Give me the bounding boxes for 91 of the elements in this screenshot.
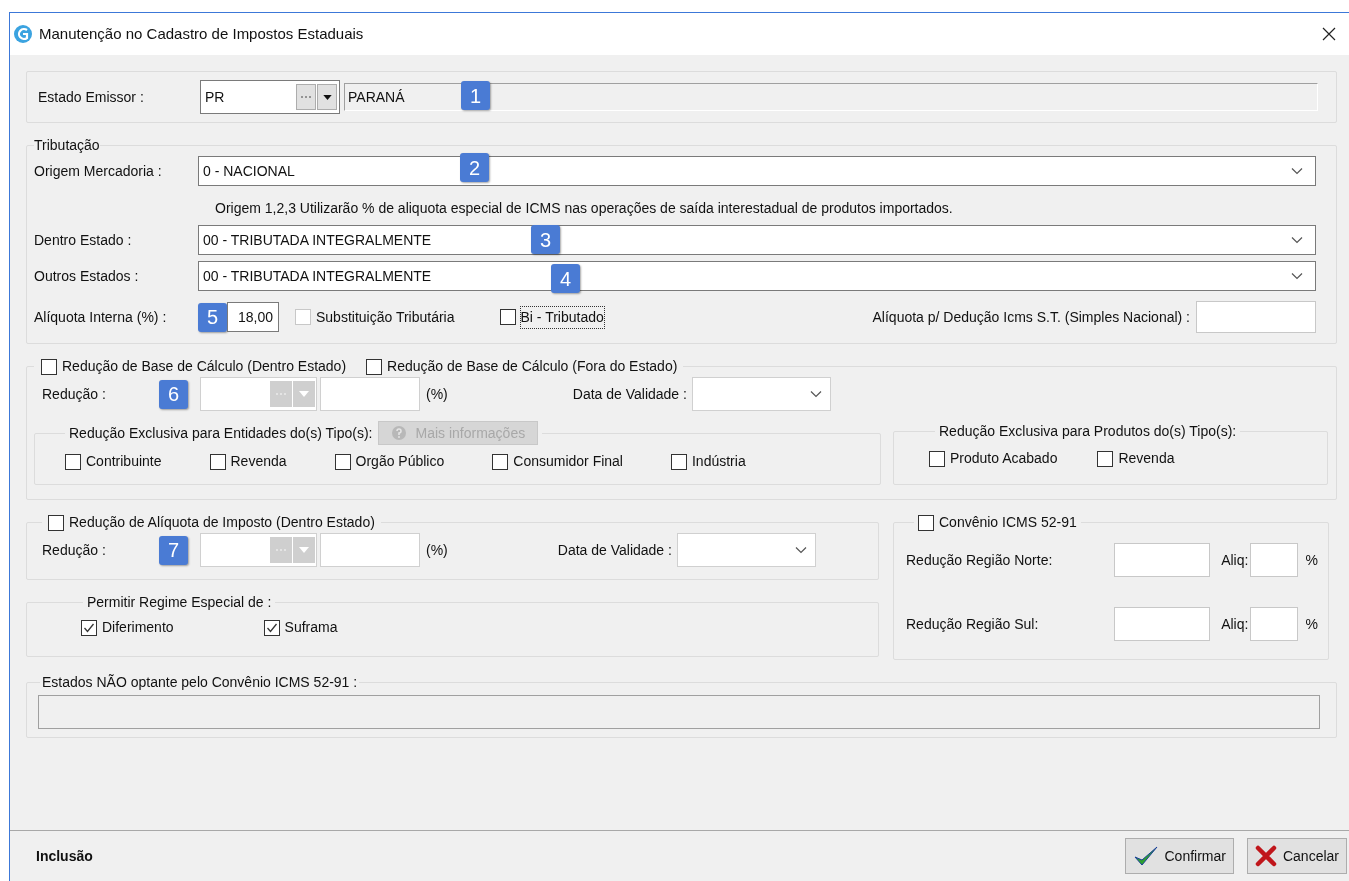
chevron-down-icon [1291,272,1303,280]
checkbox-label: Redução de Base de Cálculo (Fora do Estado) [387,357,678,376]
checkbox-label: Convênio ICMS 52-91 [939,513,1077,532]
help-icon [391,425,408,441]
status-text: Inclusão [36,846,93,866]
app-logo-icon [13,24,33,44]
number-badge: 5 [198,302,227,332]
cross-icon [1254,845,1277,867]
group-title: Tributação [34,136,100,155]
triangle-down-icon [299,547,309,553]
field-label: Aliq: [1221,614,1249,634]
unit-label: % [1305,550,1318,570]
number-badge: 2 [460,153,489,182]
chevron-down-icon [809,390,822,398]
checkbox[interactable] [65,453,81,470]
checkbox-label: Revenda [230,452,287,471]
group-title: Redução Exclusiva para Produtos do(s) Tipo(s): [938,422,1238,441]
field-label: Redução Região Sul: [906,614,1040,634]
checkbox[interactable] [263,619,280,636]
triangle-down-icon [299,391,309,397]
checkbox[interactable] [492,453,509,470]
field-label: Alíquota p/ Dedução Icms S.T. (Simples Nacional) : [872,307,1190,327]
group-title: Permitir Regime Especial de : [86,593,273,612]
checkbox-label: Substituição Tributária [316,307,455,327]
unit-label: (%) [426,384,448,404]
checkbox-label: Redução de Base de Cálculo (Dentro Estado) [62,357,347,376]
chevron-down-icon [794,546,807,554]
field-label: Data de Validade : [572,384,687,404]
chevron-down-icon [1291,167,1303,175]
confirm-button[interactable]: Confirmar [1124,838,1234,874]
checkbox[interactable] [918,514,934,531]
checkbox-label: Revenda [1118,449,1175,468]
triangle-down-icon [322,94,332,100]
checkbox[interactable] [929,450,945,467]
check-icon [265,621,278,634]
number-badge: 7 [159,535,188,565]
percent-input[interactable] [320,377,420,411]
checkbox[interactable] [1097,450,1114,467]
checkbox[interactable] [48,514,64,531]
deduction-input[interactable] [1196,301,1316,333]
number-badge: 4 [551,264,580,293]
group-title: Estados NÃO optante pelo Convênio ICMS 52-91 : [41,673,359,692]
field-label: Redução Região Norte: [906,550,1054,570]
unit-label: % [1305,614,1318,634]
hint-text: Origem 1,2,3 Utilizarão % de aliquota especial de ICMS nas operações de saída interestadual de produtos importados. [215,199,954,218]
checkbox[interactable] [81,619,97,636]
checkbox-label: Orgão Público [355,452,445,471]
chevron-down-icon [1291,236,1303,244]
checkbox[interactable] [334,453,351,470]
checkbox-label: Contribuinte [86,452,162,471]
field-label: Data de Validade : [557,540,672,560]
rate-input[interactable]: 18,00 [227,302,279,332]
number-badge: 6 [159,379,188,409]
reduction-input[interactable] [1114,607,1211,641]
field-label: Aliq: [1221,550,1249,570]
checkbox[interactable] [499,309,516,325]
cancel-button[interactable]: Cancelar [1246,838,1347,874]
date-field[interactable] [676,533,816,567]
field-label: Redução : [42,384,107,404]
close-icon [1322,27,1336,41]
checkbox-label: Indústria [692,452,746,471]
checkbox[interactable] [41,358,57,375]
checkbox-label: Produto Acabado [950,449,1058,468]
rate-input[interactable] [1250,543,1298,577]
check-icon [83,621,95,634]
field-label: Outros Estados : [34,266,140,286]
checkbox-label: Suframa [284,618,338,637]
reduction-input[interactable] [1114,543,1211,577]
dropdown-button[interactable] [317,84,337,110]
field-label: Dentro Estado : [34,230,133,250]
field-label: Redução : [42,540,107,560]
number-badge: 1 [461,81,490,110]
field-label: Alíquota Interna (%) : [34,307,168,327]
checkbox-label: Consumidor Final [513,452,623,471]
checkbox-label: Redução de Alíquota de Imposto (Dentro Estado) [69,513,375,532]
field-label: Origem Mercadoria : [34,161,163,181]
number-badge: 3 [531,225,560,254]
percent-input[interactable] [320,533,420,567]
rate-input[interactable] [1250,607,1298,641]
unit-label: (%) [426,540,448,560]
field-label: Estado Emissor : [38,87,145,107]
state-code-field[interactable]: PR [200,80,340,114]
group-title: Redução Exclusiva para Entidades do(s) Tipo(s): [69,423,373,443]
checkbox[interactable] [671,453,687,470]
window-title: Manutenção no Cadastro de Impostos Estaduais [39,23,364,44]
checkbox[interactable] [366,358,383,375]
checkbox-label: Diferimento [102,618,174,637]
date-field[interactable] [691,377,831,411]
checkmark-icon [1132,845,1159,867]
checkbox[interactable] [209,453,226,470]
checkbox-label: Bi - Tributado [520,306,604,328]
